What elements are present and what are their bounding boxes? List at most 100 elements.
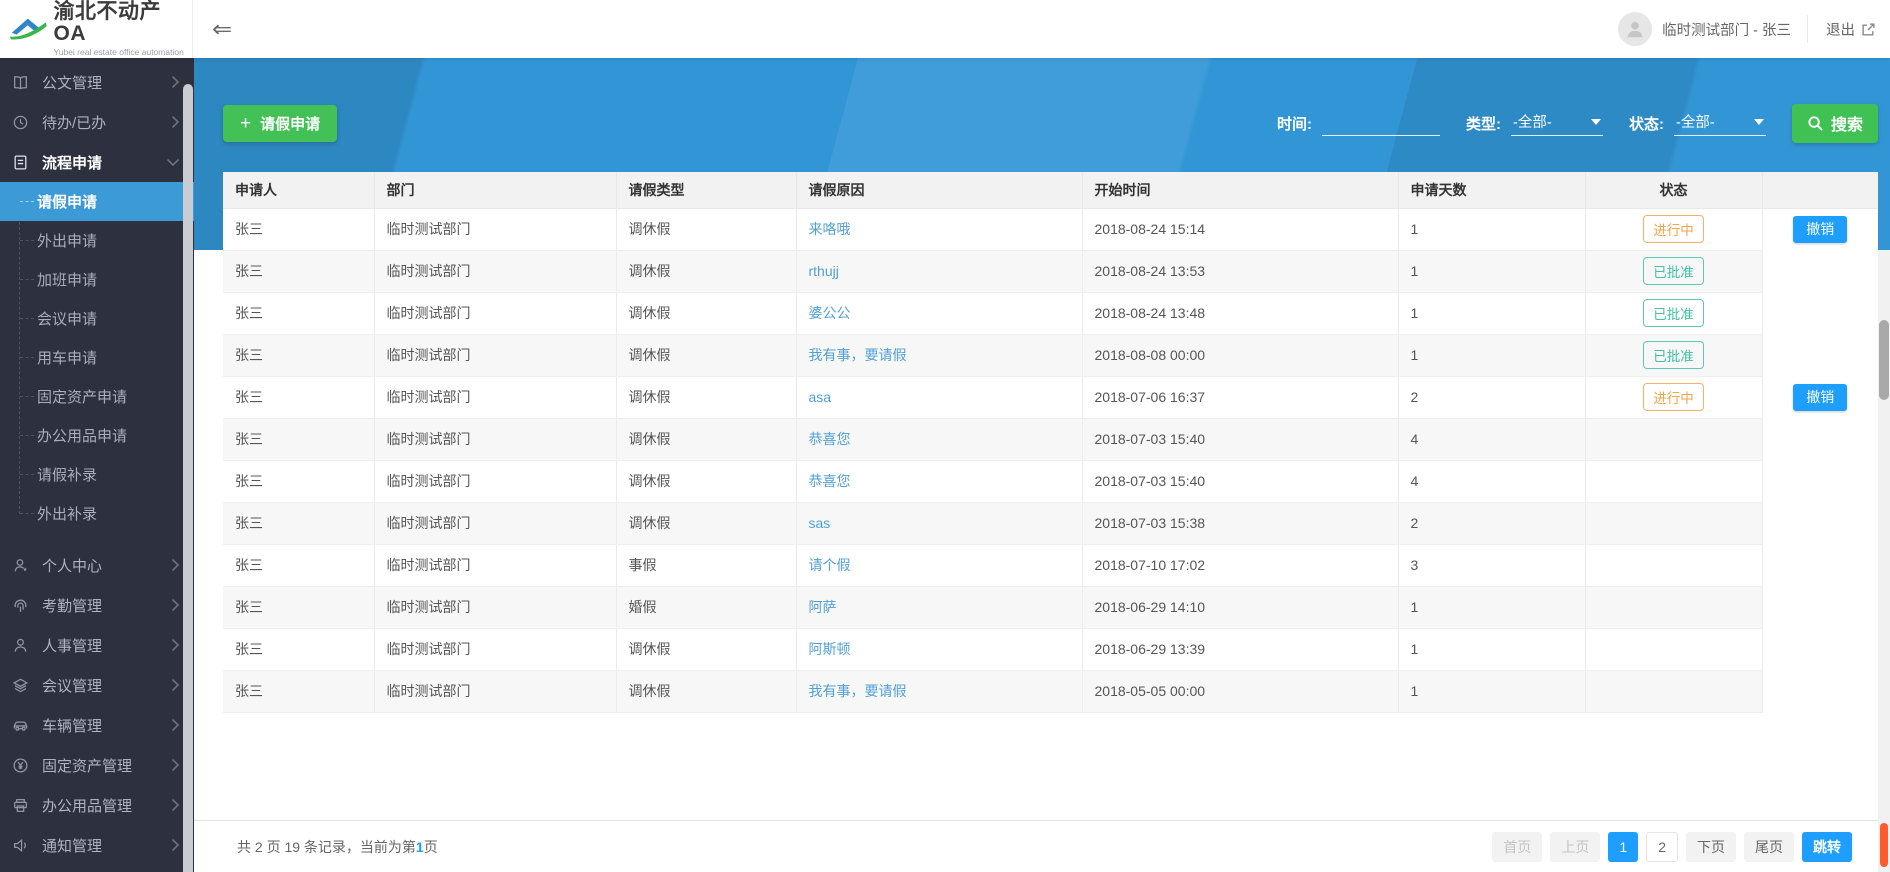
reason-link[interactable]: rthujj <box>809 263 839 279</box>
avatar-person-icon <box>1627 21 1643 38</box>
fingerprint-icon <box>14 599 27 612</box>
sidebar-item-meeting-request[interactable]: 会议申请 <box>0 299 194 338</box>
status-badge: 进行中 <box>1643 215 1704 243</box>
main-content: + 请假申请 时间: 类型: -全部- 状态: -全部- 搜索 申请人 部门 请… <box>194 58 1890 872</box>
sidebar-item-personal-center[interactable]: 个人中心 <box>0 545 194 585</box>
reason-link[interactable]: 婆公公 <box>809 305 851 321</box>
sidebar-item-label: 办公用品申请 <box>37 428 128 445</box>
reason-link[interactable]: 来咯哦 <box>809 221 851 237</box>
avatar[interactable] <box>1618 12 1653 46</box>
status-badge: 已批准 <box>1643 299 1704 327</box>
logout-button[interactable]: 退出 <box>1826 19 1876 40</box>
sidebar-item-todo-done[interactable]: 待办/已办 <box>0 102 194 142</box>
layers-icon <box>12 678 29 692</box>
sidebar-item-meeting-management[interactable]: 会议管理 <box>0 665 194 705</box>
chevron-right-icon <box>171 718 180 732</box>
app-logo: 渝北不动产OA Yubei real estate office automat… <box>0 0 193 58</box>
filter-bar: 时间: 类型: -全部- 状态: -全部- 搜索 <box>1277 103 1878 143</box>
book-icon <box>14 75 27 89</box>
reason-link[interactable]: 阿斯顿 <box>809 641 851 657</box>
sidebar-item-fixed-assets-management[interactable]: 固定资产管理 <box>0 745 194 785</box>
page-prev-button[interactable]: 上页 <box>1550 832 1601 862</box>
sidebar-item-leave-request[interactable]: 请假申请 <box>0 182 194 221</box>
chevron-right-icon <box>171 115 180 129</box>
sidebar-item-office-supplies-management[interactable]: 办公用品管理 <box>0 785 194 825</box>
sidebar-item-label: 个人中心 <box>42 557 103 575</box>
table-footer: 共 2 页 19 条记录，当前为第 1 页 首页 上页 1 2 下页 尾页 跳转 <box>194 820 1878 872</box>
chevron-right-icon <box>171 758 180 772</box>
leave-table: 申请人 部门 请假类型 请假原因 开始时间 申请天数 状态 张三 临时测试部门 <box>223 172 1878 713</box>
page-next-button[interactable]: 下页 <box>1686 832 1736 862</box>
inner-scrollbar-thumb[interactable] <box>1880 823 1888 867</box>
table-row: 张三 临时测试部门 调休假 sas 2018-07-03 15:38 2 <box>223 502 1878 545</box>
topbar-divider <box>1807 15 1808 43</box>
sidebar-item-office-supplies-request[interactable]: 办公用品申请 <box>0 416 194 455</box>
sidebar-item-label: 请假申请 <box>37 194 98 211</box>
sidebar-item-overtime-request[interactable]: 加班申请 <box>0 260 194 299</box>
reason-link[interactable]: asa <box>809 389 832 405</box>
caret-down-icon <box>1753 118 1764 125</box>
col-header-status: 状态 <box>1585 172 1763 209</box>
col-header-action <box>1762 172 1878 209</box>
leave-table-card: 申请人 部门 请假类型 请假原因 开始时间 申请天数 状态 张三 临时测试部门 <box>223 172 1878 713</box>
status-badge: 已批准 <box>1643 257 1704 285</box>
printer-icon <box>14 798 27 812</box>
new-leave-request-button[interactable]: + 请假申请 <box>223 105 338 142</box>
sidebar-item-fixed-asset-request[interactable]: 固定资产申请 <box>0 377 194 416</box>
page-first-button[interactable]: 首页 <box>1492 832 1543 862</box>
sidebar-item-docs-management[interactable]: 公文管理 <box>0 62 194 102</box>
sidebar-item-label: 外出申请 <box>37 233 98 250</box>
table-row: 张三 临时测试部门 调休假 rthujj 2018-08-24 13:53 1 … <box>223 250 1878 293</box>
yen-icon <box>13 757 28 773</box>
page-scrollbar-thumb[interactable] <box>1879 320 1889 400</box>
reason-link[interactable]: 我有事，要请假 <box>809 683 907 699</box>
revoke-button[interactable]: 撤销 <box>1793 383 1848 411</box>
status-select[interactable]: -全部- <box>1673 110 1766 136</box>
status-badge: 进行中 <box>1643 383 1704 411</box>
type-select[interactable]: -全部- <box>1510 110 1603 136</box>
page-1-button[interactable]: 1 <box>1608 832 1639 862</box>
reason-link[interactable]: 阿萨 <box>809 599 837 615</box>
col-header-applicant: 申请人 <box>223 172 375 209</box>
sidebar-item-attendance-management[interactable]: 考勤管理 <box>0 585 194 625</box>
clock-icon <box>13 115 28 129</box>
sidebar-item-label: 会议申请 <box>37 311 98 328</box>
sidebar-item-label: 加班申请 <box>37 272 98 289</box>
sidebar-item-process-request[interactable]: 流程申请 <box>0 142 194 182</box>
sidebar-item-outing-request[interactable]: 外出申请 <box>0 221 194 260</box>
reason-link[interactable]: 恭喜您 <box>809 473 851 489</box>
revoke-button[interactable]: 撤销 <box>1793 215 1848 243</box>
chevron-right-icon <box>171 678 180 692</box>
page-jump-button[interactable]: 跳转 <box>1802 832 1852 862</box>
sidebar-collapse-button[interactable]: ⇐ <box>212 0 232 58</box>
sidebar-scrollbar-thumb[interactable] <box>183 84 193 872</box>
col-header-days: 申请天数 <box>1398 172 1586 209</box>
reason-link[interactable]: 恭喜您 <box>809 431 851 447</box>
table-row: 张三 临时测试部门 调休假 婆公公 2018-08-24 13:48 1 已批准 <box>223 292 1878 335</box>
sidebar-item-leave-makeup[interactable]: 请假补录 <box>0 455 194 494</box>
sidebar-item-hr-management[interactable]: 人事管理 <box>0 625 194 665</box>
page-last-button[interactable]: 尾页 <box>1744 832 1794 862</box>
person-star-icon <box>14 558 27 571</box>
reason-link[interactable]: sas <box>809 515 831 531</box>
sidebar-item-vehicle-management[interactable]: 车辆管理 <box>0 705 194 745</box>
sidebar-item-outing-makeup[interactable]: 外出补录 <box>0 494 194 533</box>
search-button[interactable]: 搜索 <box>1791 103 1878 143</box>
page-2-button[interactable]: 2 <box>1646 832 1678 862</box>
time-filter-label: 时间: <box>1276 115 1312 133</box>
col-header-start-time: 开始时间 <box>1082 172 1399 209</box>
pagination: 首页 上页 1 2 下页 尾页 跳转 <box>1492 821 1852 872</box>
logout-label: 退出 <box>1826 22 1855 39</box>
reason-link[interactable]: 请个假 <box>809 557 851 573</box>
table-row: 张三 临时测试部门 调休假 我有事，要请假 2018-05-05 00:00 1 <box>223 670 1878 713</box>
process-request-submenu: 请假申请 外出申请 加班申请 会议申请 用车申请 固定资产申请 办公用品申请 请… <box>0 182 194 533</box>
chevron-right-icon <box>171 838 180 852</box>
sidebar-item-notice-management[interactable]: 通知管理 <box>0 825 194 865</box>
sidebar-item-label: 考勤管理 <box>42 597 103 615</box>
sidebar-item-label: 固定资产管理 <box>42 757 133 775</box>
reason-link[interactable]: 我有事，要请假 <box>809 347 907 363</box>
sidebar-item-label: 待办/已办 <box>42 114 107 132</box>
speaker-icon <box>14 838 26 852</box>
sidebar-item-vehicle-request[interactable]: 用车申请 <box>0 338 194 377</box>
time-filter-input[interactable] <box>1321 110 1440 136</box>
